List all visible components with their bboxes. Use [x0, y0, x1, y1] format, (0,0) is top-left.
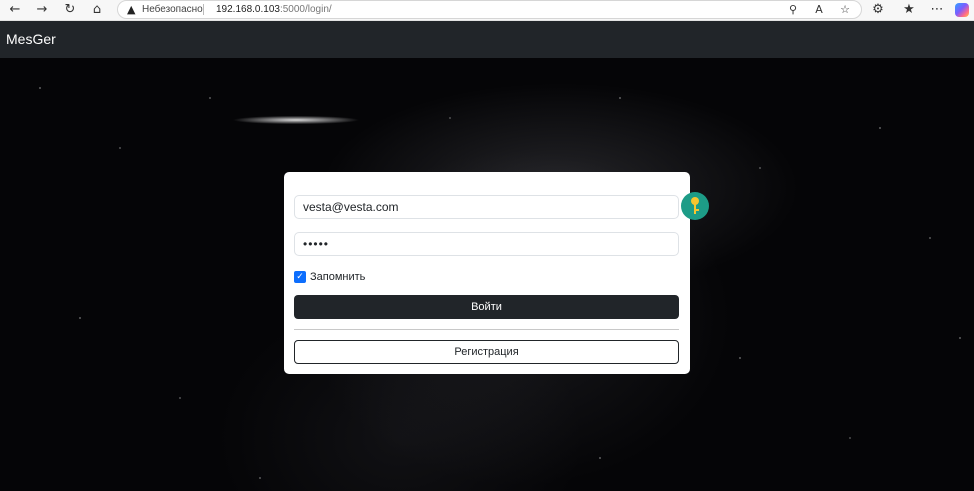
- password-manager-key-icon[interactable]: [681, 192, 709, 220]
- app-navbar: MesGer: [0, 21, 974, 58]
- divider: [294, 329, 679, 330]
- back-arrow-icon[interactable]: ←: [7, 2, 23, 18]
- security-warning-label[interactable]: Небезопасно: [142, 3, 203, 17]
- remember-label[interactable]: Запомнить: [310, 270, 365, 284]
- address-separator: [203, 4, 204, 15]
- warning-icon[interactable]: ▲: [127, 3, 139, 16]
- extensions-icon[interactable]: ⚙: [870, 2, 886, 18]
- browser-toolbar: ← → ↻ ⌂ ▲ Небезопасно 192.168.0.103:5000…: [0, 0, 974, 21]
- address-bar[interactable]: ▲ Небезопасно 192.168.0.103:5000/login/ …: [117, 0, 862, 19]
- brand-logo[interactable]: MesGer: [6, 30, 56, 48]
- url-path: :5000/login/: [279, 4, 332, 15]
- url-host: 192.168.0.103: [216, 4, 280, 15]
- key-tooth: [696, 209, 699, 211]
- login-card: ✓ Запомнить Войти Регистрация: [284, 172, 690, 374]
- read-aloud-icon[interactable]: A: [812, 2, 826, 17]
- favorite-star-icon[interactable]: ☆: [838, 2, 852, 17]
- forward-arrow-icon[interactable]: →: [34, 2, 50, 18]
- home-icon[interactable]: ⌂: [89, 2, 105, 18]
- password-input[interactable]: [294, 232, 679, 256]
- more-menu-icon[interactable]: ⋯: [929, 2, 945, 18]
- register-button[interactable]: Регистрация: [294, 340, 679, 364]
- key-icon[interactable]: ⚲: [786, 2, 800, 17]
- refresh-icon[interactable]: ↻: [62, 2, 78, 18]
- copilot-icon[interactable]: [955, 3, 969, 17]
- email-input[interactable]: [294, 195, 679, 219]
- favorites-icon[interactable]: ★: [901, 2, 917, 18]
- remember-row[interactable]: ✓ Запомнить: [294, 270, 365, 284]
- login-button[interactable]: Войти: [294, 295, 679, 319]
- remember-checkbox[interactable]: ✓: [294, 271, 306, 283]
- url-text[interactable]: 192.168.0.103:5000/login/: [216, 3, 332, 17]
